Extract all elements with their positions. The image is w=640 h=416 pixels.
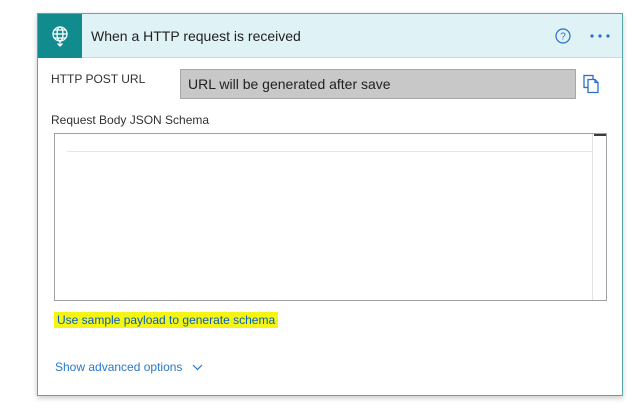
globe-request-icon [38, 14, 82, 58]
use-sample-payload-link[interactable]: Use sample payload to generate schema [54, 312, 279, 328]
show-advanced-options-label: Show advanced options [55, 360, 183, 374]
http-post-url-label: HTTP POST URL [51, 72, 146, 86]
help-circle-icon[interactable]: ? [554, 27, 572, 45]
svg-text:?: ? [560, 32, 566, 43]
editor-scrollbar[interactable] [592, 134, 606, 300]
http-post-url-field[interactable]: URL will be generated after save [180, 69, 576, 99]
copy-icon[interactable] [582, 74, 600, 94]
card-header[interactable]: When a HTTP request is received ? [38, 14, 622, 58]
chevron-down-icon [192, 364, 203, 371]
json-schema-label: Request Body JSON Schema [51, 113, 210, 127]
trigger-card: When a HTTP request is received ? HTTP P… [37, 13, 623, 396]
more-options-icon[interactable] [587, 26, 613, 46]
json-schema-editor[interactable] [54, 133, 607, 301]
editor-current-line [67, 134, 594, 152]
show-advanced-options-link[interactable]: Show advanced options [55, 360, 203, 374]
scrollbar-thumb[interactable] [594, 134, 606, 136]
card-title: When a HTTP request is received [91, 28, 301, 44]
